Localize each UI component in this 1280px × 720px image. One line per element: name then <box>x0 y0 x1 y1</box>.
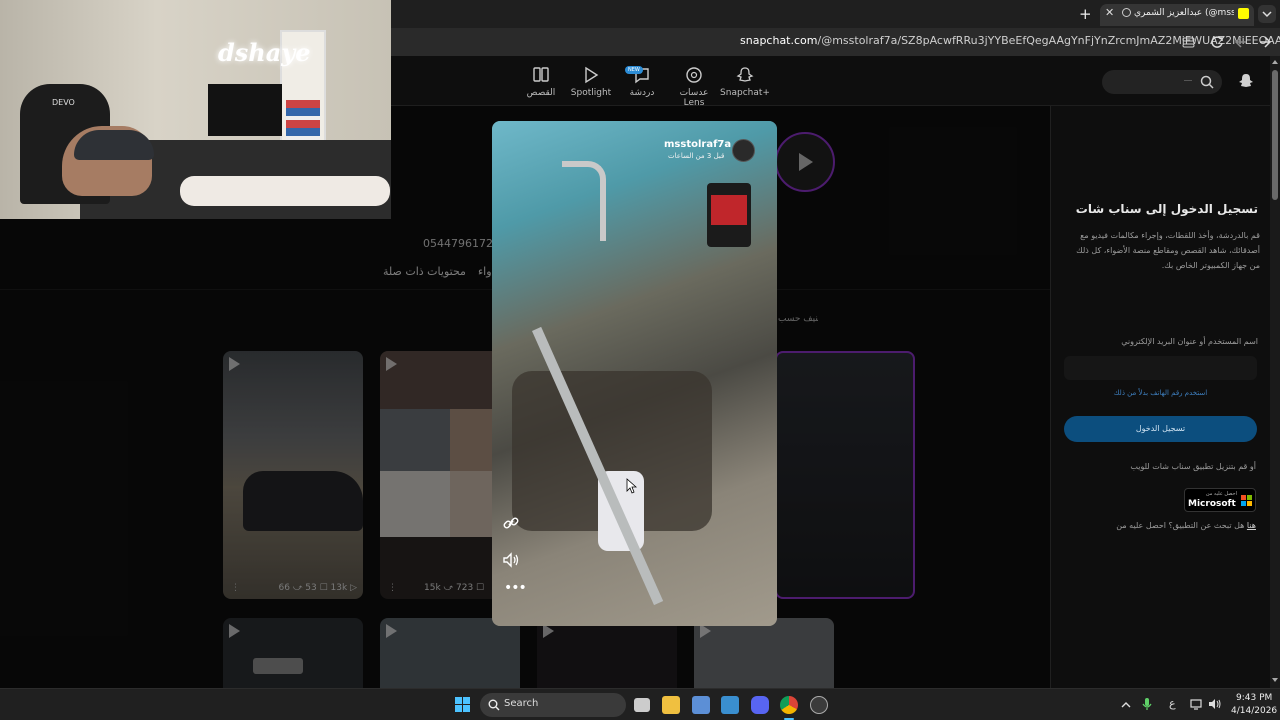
more-options-icon[interactable]: ••• <box>504 580 527 596</box>
scroll-up-icon[interactable] <box>1271 58 1279 66</box>
login-description: قم بالدردشة، وأخذ اللقطات، وإجراء مكالما… <box>1076 231 1260 270</box>
nav-spotlight-label: Spotlight <box>570 88 612 98</box>
nav-stories[interactable]: القصص <box>516 66 566 98</box>
windows-taskbar: Search ع 9:43 PM 4/14/2026 <box>0 688 1280 720</box>
login-panel <box>1050 106 1270 688</box>
chevron-down-icon <box>1262 11 1272 18</box>
windows-logo-bl <box>455 705 462 712</box>
app-icon-2[interactable] <box>810 696 828 714</box>
tab-audio-icon[interactable] <box>1122 8 1131 17</box>
search-icon <box>488 699 500 711</box>
microsoft-store-badge[interactable]: احصل عليه من Microsoft <box>1184 488 1256 512</box>
close-tab-icon[interactable]: ✕ <box>1105 6 1114 19</box>
new-badge: NEW <box>625 66 643 74</box>
browser-tab-active[interactable]: ✕ عبدالعزيز الشمري (@msstolraf7a <box>1100 4 1254 26</box>
ms-badge-brand: Microsoft <box>1188 499 1236 509</box>
site-settings-icon[interactable] <box>1182 36 1195 49</box>
ms-logo-yellow <box>1247 501 1252 506</box>
url-field[interactable]: snapchat.com/@msstolraf7a/SZ8pAcwfRRu3jY… <box>740 34 1280 47</box>
nav-snapchat-plus[interactable]: Snapchat+ <box>720 66 770 98</box>
ms-badge-small: احصل عليه من <box>1205 491 1237 497</box>
chrome-icon[interactable] <box>780 696 798 714</box>
microsoft-store-icon[interactable] <box>692 696 710 714</box>
nav-chat-label: دردشة <box>629 88 655 98</box>
neon-sign-text: dshaye <box>218 38 311 67</box>
ms-logo-red <box>1241 495 1246 500</box>
download-text: أو قم بتنزيل تطبيق سناب شات للويب <box>1130 462 1256 471</box>
app-icon[interactable] <box>721 696 739 714</box>
new-tab-button[interactable]: + <box>1079 5 1092 23</box>
taskbar-search[interactable]: Search <box>480 693 626 717</box>
help-text-body: هل تبحث عن التطبيق؟ احصل عليه من <box>1116 521 1245 530</box>
snapchat-ghost-logo-icon[interactable] <box>1238 73 1254 89</box>
story-time: قبل 3 من الساعات <box>668 152 725 160</box>
volume-icon[interactable] <box>502 551 520 569</box>
cap-image <box>74 130 154 160</box>
scrollbar-thumb[interactable] <box>1272 70 1278 200</box>
file-explorer-icon[interactable] <box>662 696 680 714</box>
username-label: اسم المستخدم أو عنوان البريد الإلكتروني <box>1121 337 1258 346</box>
start-button[interactable] <box>455 697 471 713</box>
link-icon[interactable] <box>502 514 520 532</box>
paint-can-image <box>707 183 751 247</box>
tab-title: عبدالعزيز الشمري (@msstolraf7a <box>1134 8 1234 18</box>
nav-chat[interactable]: دردشة NEW <box>617 66 667 98</box>
nav-snapchat-plus-label: Snapchat+ <box>720 88 770 98</box>
monitor-image <box>208 84 282 136</box>
help-text: هنا هل تبحث عن التطبيق؟ احصل عليه من <box>1116 521 1256 530</box>
mouse-cursor-icon <box>626 478 638 494</box>
nav-lens[interactable]: عدسات Lens <box>669 66 719 108</box>
chair-logo-text: DEVO <box>52 98 75 107</box>
ghost-icon <box>736 67 754 82</box>
task-view-icon[interactable] <box>634 698 650 712</box>
stories-icon <box>533 67 549 82</box>
lens-icon <box>686 67 702 83</box>
network-icon[interactable] <box>1190 698 1204 710</box>
volume-icon[interactable] <box>1208 698 1222 710</box>
url-domain: snapchat.com <box>740 34 818 47</box>
search-icon[interactable] <box>1200 75 1214 89</box>
reload-icon[interactable] <box>1210 35 1224 49</box>
spotlight-icon <box>585 66 599 84</box>
story-username[interactable]: msstolraf7a <box>664 139 731 150</box>
search-input[interactable] <box>1102 70 1222 94</box>
snapchat-favicon-icon <box>1238 8 1249 19</box>
pipe-image <box>562 161 606 241</box>
username-input[interactable] <box>1064 356 1257 380</box>
back-icon[interactable] <box>1258 35 1272 49</box>
taskbar-search-label: Search <box>504 698 539 709</box>
forward-icon[interactable] <box>1234 35 1248 49</box>
arm-image <box>180 176 390 206</box>
discord-icon[interactable] <box>751 696 769 714</box>
windows-logo-tr <box>463 697 470 704</box>
chevron-up-icon[interactable] <box>1120 699 1132 711</box>
scroll-down-icon[interactable] <box>1271 676 1279 684</box>
ms-logo-green <box>1247 495 1252 500</box>
login-title: تسجيل الدخول إلى سناب شات <box>1075 202 1258 216</box>
page-scrollbar[interactable] <box>1270 56 1280 688</box>
clock-time[interactable]: 9:43 PM <box>1236 693 1272 703</box>
tab-list-button[interactable] <box>1258 5 1276 23</box>
microphone-icon[interactable] <box>1141 697 1153 711</box>
language-indicator[interactable]: ع <box>1169 697 1176 710</box>
paint-can-label <box>711 195 747 225</box>
story-viewer[interactable]: msstolraf7a قبل 3 من الساعات ••• <box>492 121 777 626</box>
ms-logo-blue <box>1241 501 1246 506</box>
windows-logo-tl <box>455 697 462 704</box>
nav-stories-label: القصص <box>526 88 556 98</box>
story-avatar[interactable] <box>732 139 755 162</box>
use-phone-link[interactable]: استخدم رقم الهاتف بدلاً من ذلك <box>1064 389 1257 397</box>
nav-spotlight[interactable]: Spotlight <box>566 66 616 98</box>
microsoft-logo-icon <box>1241 495 1253 507</box>
clock-date[interactable]: 4/14/2026 <box>1231 706 1277 716</box>
search-clear <box>1184 80 1192 81</box>
login-button[interactable]: تسجيل الدخول <box>1064 416 1257 442</box>
windows-logo-br <box>463 705 470 712</box>
help-link[interactable]: هنا <box>1247 521 1256 530</box>
webcam-overlay: DEVO dshaye <box>0 0 391 219</box>
